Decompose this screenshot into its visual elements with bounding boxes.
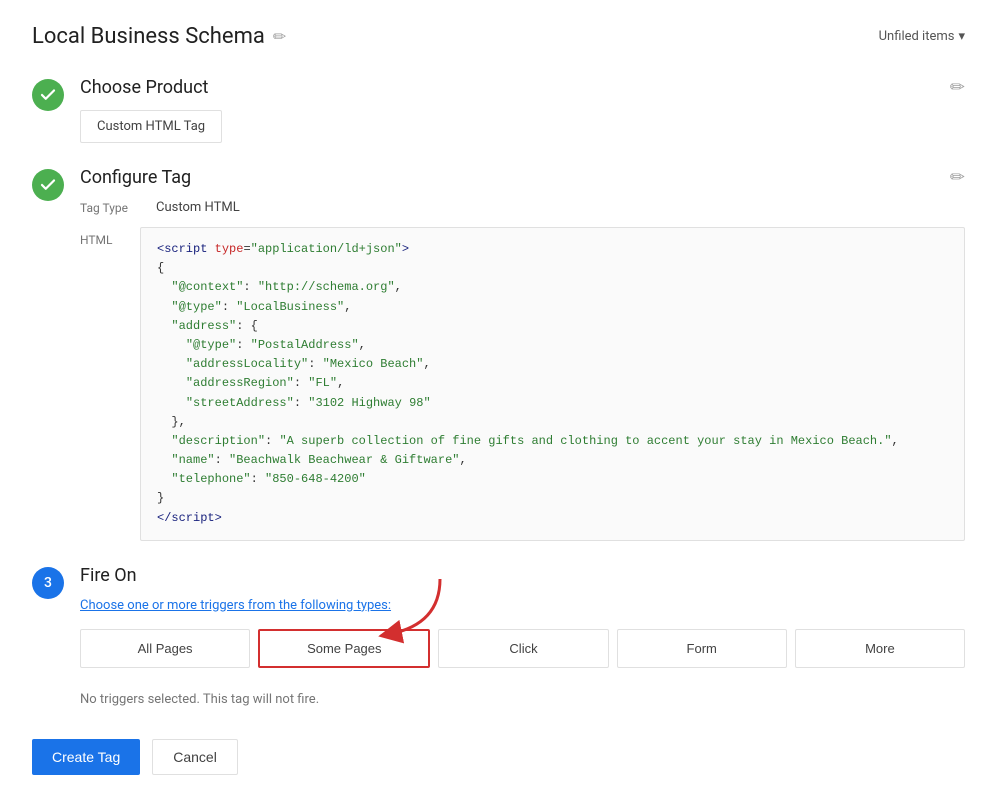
page-title: Local Business Schema ✏: [32, 24, 286, 49]
some-pages-label: Some Pages: [307, 641, 381, 656]
step3-title: Fire On: [80, 565, 137, 586]
trigger-area: All Pages Some Pages Click Form More: [80, 629, 965, 668]
step2-title: Configure Tag: [80, 167, 191, 188]
more-label: More: [865, 641, 895, 656]
step1-row: Choose Product ✏ Custom HTML Tag: [32, 77, 965, 143]
step3-content: Fire On Choose one or more triggers from…: [80, 565, 965, 707]
step3-row: 3 Fire On Choose one or more triggers fr…: [32, 565, 965, 707]
tag-type-value: Custom HTML: [156, 200, 240, 215]
html-label: HTML: [80, 227, 124, 247]
page-container: Local Business Schema ✏ Unfiled items ▾ …: [0, 0, 997, 807]
step2-edit-icon[interactable]: ✏: [950, 167, 965, 188]
top-bar: Local Business Schema ✏ Unfiled items ▾: [32, 24, 965, 49]
trigger-click[interactable]: Click: [438, 629, 608, 668]
title-text: Local Business Schema: [32, 24, 265, 49]
click-label: Click: [509, 641, 537, 656]
step1-header: Choose Product ✏: [80, 77, 965, 98]
trigger-all-pages[interactable]: All Pages: [80, 629, 250, 668]
step2-header: Configure Tag ✏: [80, 167, 965, 188]
trigger-buttons-group: All Pages Some Pages Click Form More: [80, 629, 965, 668]
step1-edit-icon[interactable]: ✏: [950, 77, 965, 98]
create-tag-button[interactable]: Create Tag: [32, 739, 140, 775]
fire-on-desc-text: Choose one or more triggers from the fol…: [80, 598, 391, 613]
trigger-form[interactable]: Form: [617, 629, 787, 668]
html-row: HTML <script type="application/ld+json">…: [80, 227, 965, 541]
unfiled-arrow-icon: ▾: [958, 29, 965, 44]
bottom-bar: Create Tag Cancel: [32, 739, 965, 775]
step3-number: 3: [44, 575, 52, 591]
step1-check-icon: [32, 79, 64, 111]
step2-row: Configure Tag ✏ Tag Type Custom HTML HTM…: [32, 167, 965, 541]
unfiled-label: Unfiled items: [879, 29, 955, 44]
step2-check-icon: [32, 169, 64, 201]
trigger-more[interactable]: More: [795, 629, 965, 668]
step3-header: Fire On: [80, 565, 965, 586]
fire-on-description: Choose one or more triggers from the fol…: [80, 598, 965, 613]
cancel-button[interactable]: Cancel: [152, 739, 238, 775]
tag-type-row: Tag Type Custom HTML: [80, 200, 965, 215]
tag-type-label: Tag Type: [80, 201, 140, 215]
code-block: <script type="application/ld+json"> { "@…: [140, 227, 965, 541]
step1-title: Choose Product: [80, 77, 208, 98]
step1-content: Choose Product ✏ Custom HTML Tag: [80, 77, 965, 143]
all-pages-label: All Pages: [138, 641, 193, 656]
trigger-some-pages[interactable]: Some Pages: [258, 629, 430, 668]
title-edit-icon[interactable]: ✏: [273, 27, 286, 46]
unfiled-items-button[interactable]: Unfiled items ▾: [879, 29, 965, 44]
step3-number-icon: 3: [32, 567, 64, 599]
step2-content: Configure Tag ✏ Tag Type Custom HTML HTM…: [80, 167, 965, 541]
no-triggers-message: No triggers selected. This tag will not …: [80, 692, 965, 707]
no-triggers-text: No triggers selected. This tag will not …: [80, 692, 319, 707]
product-chip: Custom HTML Tag: [80, 110, 222, 143]
form-label: Form: [687, 641, 717, 656]
